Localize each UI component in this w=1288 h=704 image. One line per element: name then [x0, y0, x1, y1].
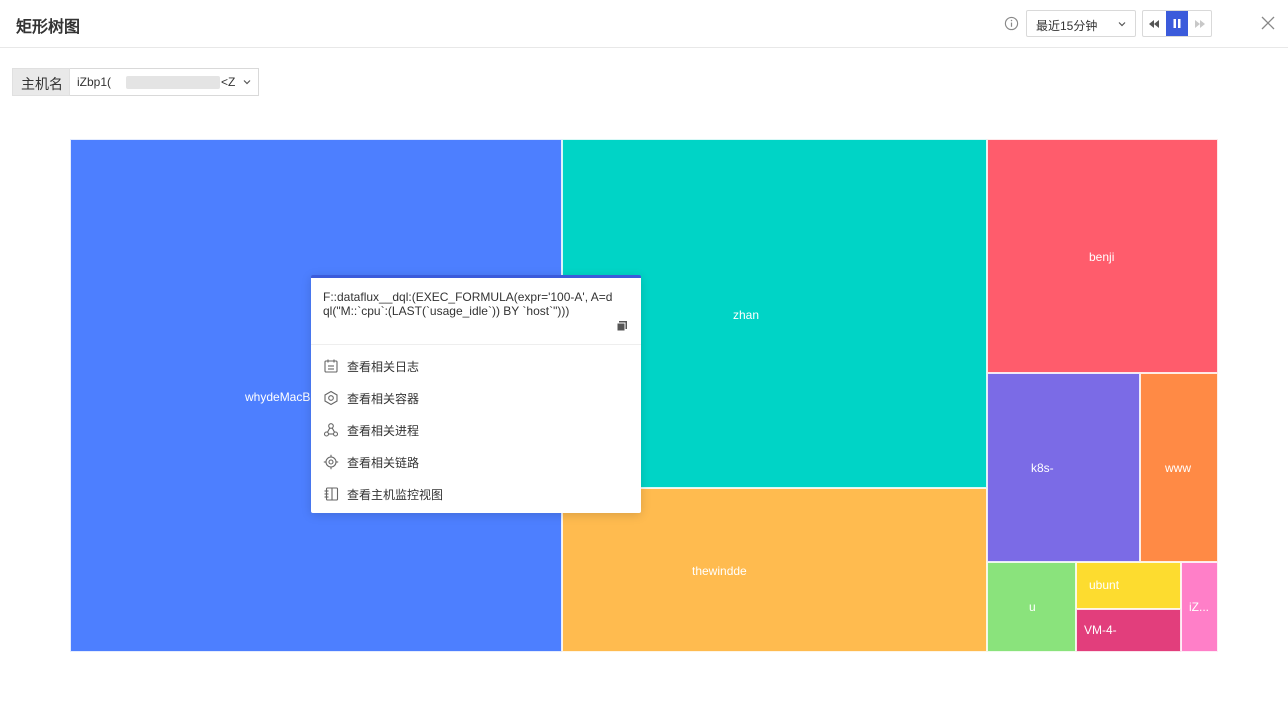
- treemap-cell-label: u: [1029, 600, 1036, 614]
- treemap-cell-label: iZ...: [1189, 600, 1209, 614]
- playback-controls: [1142, 10, 1212, 37]
- treemap-cell[interactable]: k8s-: [987, 373, 1140, 562]
- treemap-cell-label: VM-4-: [1084, 623, 1117, 637]
- trace-icon: [323, 454, 339, 470]
- treemap-cell[interactable]: u: [987, 562, 1076, 652]
- treemap-cell-label: ubunt: [1089, 578, 1120, 592]
- rewind-button[interactable]: [1143, 11, 1166, 36]
- chevron-down-icon: [243, 80, 251, 85]
- context-menu: F::dataflux__dql:(EXEC_FORMULA(expr='100…: [311, 275, 641, 513]
- modal-header: 矩形树图 最近15分钟: [0, 0, 1288, 48]
- menu-item-host-dashboard[interactable]: 查看主机监控视图: [311, 479, 641, 509]
- info-icon[interactable]: [1004, 16, 1019, 31]
- fast-forward-button[interactable]: [1188, 11, 1211, 36]
- log-icon: [324, 359, 338, 373]
- process-icon: [323, 423, 339, 437]
- menu-item-label: 查看相关链路: [347, 456, 420, 470]
- menu-divider: [311, 344, 641, 345]
- menu-item-label: 查看相关日志: [347, 360, 420, 374]
- host-select-value-suffix: <Z: [221, 75, 236, 89]
- treemap-cell[interactable]: benji: [987, 139, 1218, 373]
- pause-button[interactable]: [1165, 11, 1189, 36]
- treemap-chart: whydeMacB zhan thewindde benji k8s- www …: [70, 139, 1218, 652]
- treemap-cell-label: k8s-: [1031, 461, 1054, 475]
- treemap-cell[interactable]: VM-4-: [1076, 609, 1181, 652]
- container-icon: [324, 390, 338, 406]
- treemap-cell-label: zhan: [733, 308, 760, 322]
- copy-icon[interactable]: [616, 320, 628, 332]
- host-select[interactable]: iZbp1( <Z: [70, 68, 259, 96]
- treemap-cell[interactable]: iZ...: [1181, 562, 1218, 652]
- treemap-cell-label: benji: [1089, 250, 1115, 264]
- menu-item-traces[interactable]: 查看相关链路: [311, 447, 641, 477]
- redaction-mask: [126, 76, 220, 89]
- query-text: F::dataflux__dql:(EXEC_FORMULA(expr='100…: [323, 290, 613, 318]
- menu-item-label: 查看相关进程: [347, 424, 420, 438]
- host-select-value-prefix: iZbp1(: [77, 75, 112, 89]
- chevron-down-icon: [1118, 22, 1126, 27]
- menu-item-processes[interactable]: 查看相关进程: [311, 415, 641, 445]
- page-title: 矩形树图: [16, 19, 81, 36]
- close-icon[interactable]: [1261, 16, 1275, 30]
- time-range-select[interactable]: 最近15分钟: [1026, 10, 1136, 37]
- treemap-cell-label: www: [1165, 461, 1191, 475]
- host-filter: 主机名 iZbp1( <Z: [12, 68, 259, 96]
- pause-icon: [1173, 19, 1181, 28]
- time-range-value: 最近15分钟: [1036, 19, 1098, 33]
- menu-item-label: 查看相关容器: [347, 392, 420, 406]
- treemap-cell-label: thewindde: [692, 564, 747, 578]
- menu-item-logs[interactable]: 查看相关日志: [311, 351, 641, 381]
- treemap-cell-label: whydeMacB: [245, 390, 311, 404]
- rewind-icon: [1149, 19, 1160, 28]
- dashboard-icon: [324, 487, 339, 501]
- treemap-cell[interactable]: www: [1140, 373, 1218, 562]
- treemap-cell[interactable]: ubunt: [1076, 562, 1181, 609]
- host-filter-label: 主机名: [12, 68, 70, 96]
- menu-item-containers[interactable]: 查看相关容器: [311, 383, 641, 413]
- menu-item-label: 查看主机监控视图: [347, 488, 444, 502]
- fast-forward-icon: [1194, 19, 1205, 28]
